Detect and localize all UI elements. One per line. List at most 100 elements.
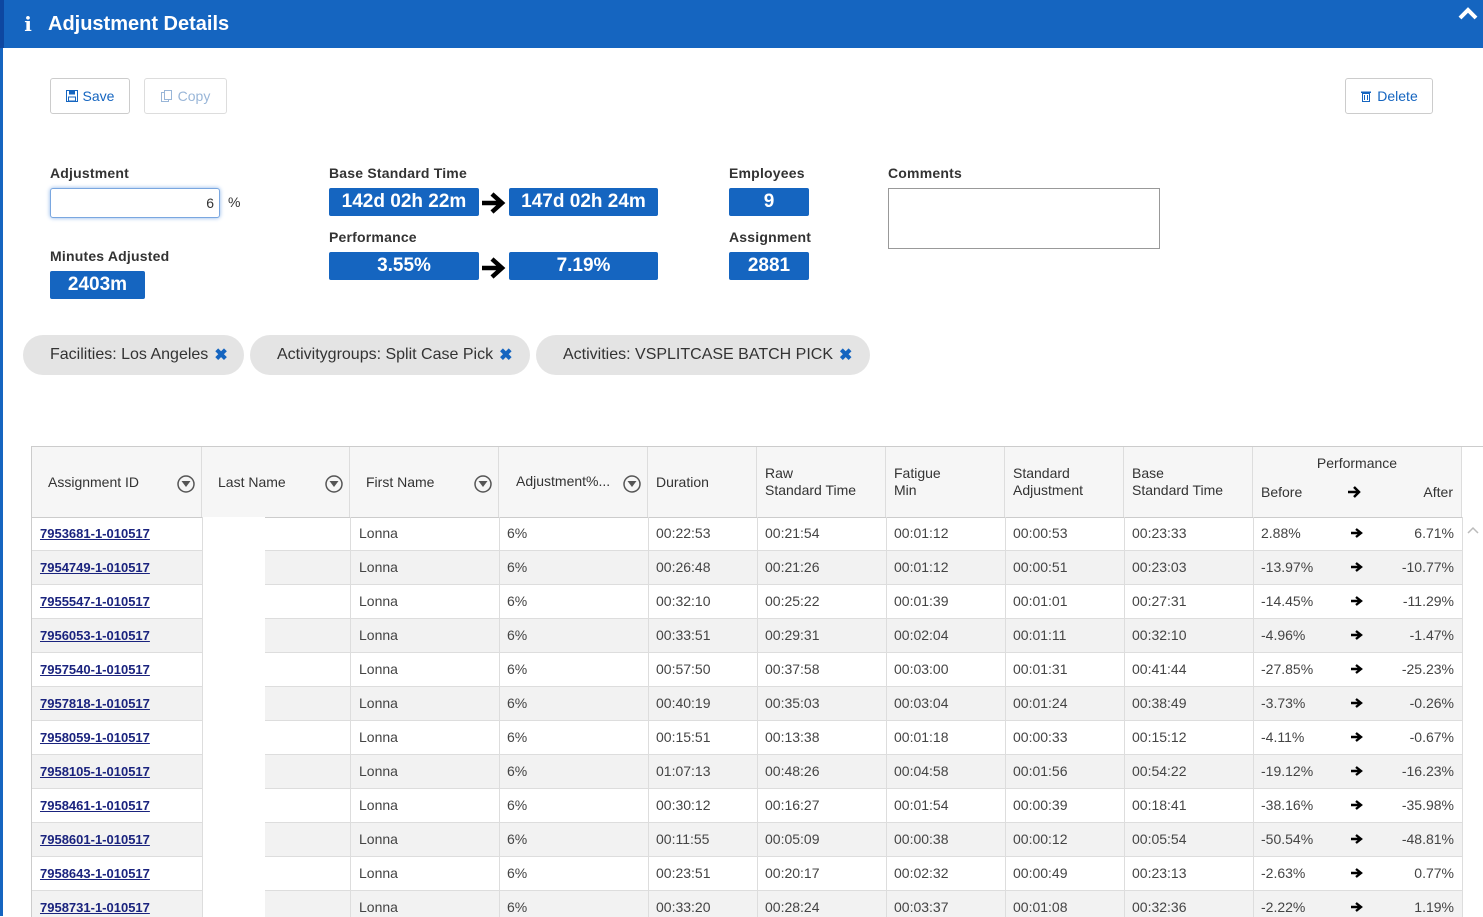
- column-divider: [1124, 517, 1125, 917]
- first-name-cell: Lonna: [359, 627, 398, 643]
- fatigue-min-cell: 00:02:04: [894, 627, 949, 643]
- performance-after-cell: -0.67%: [1409, 729, 1454, 745]
- filter-icon[interactable]: [325, 475, 343, 493]
- assignment-id-link[interactable]: 7955547-1-010517: [40, 585, 150, 618]
- column-header-standard-adjustment[interactable]: Standard Adjustment: [1005, 447, 1124, 517]
- first-name-cell: Lonna: [359, 559, 398, 575]
- column-divider: [1462, 517, 1463, 917]
- performance-after-cell: -48.81%: [1401, 831, 1454, 847]
- assignment-label: Assignment: [729, 229, 812, 245]
- adjustment-unit: %: [228, 194, 241, 210]
- close-icon[interactable]: ✖: [214, 345, 227, 365]
- chevron-up-icon[interactable]: [1457, 4, 1479, 22]
- first-name-cell: Lonna: [359, 899, 398, 915]
- column-header-last-name[interactable]: Last Name: [202, 447, 350, 517]
- assignment-id-link[interactable]: 7957540-1-010517: [40, 653, 150, 686]
- raw-standard-time-cell: 00:16:27: [765, 797, 820, 813]
- performance-before-cell: -38.16%: [1261, 797, 1314, 813]
- delete-button[interactable]: Delete: [1345, 78, 1433, 114]
- performance-after-cell: -35.98%: [1401, 797, 1454, 813]
- performance-before-cell: -27.85%: [1261, 661, 1314, 677]
- redacted-last-name: [203, 517, 265, 917]
- info-icon: i: [24, 12, 32, 36]
- copy-label: Copy: [177, 88, 211, 104]
- duration-cell: 00:11:55: [656, 831, 710, 847]
- column-header-base-standard-time[interactable]: Base Standard Time: [1124, 447, 1253, 517]
- arrow-right-icon: [1351, 732, 1363, 742]
- first-name-cell: Lonna: [359, 695, 398, 711]
- comments-textarea[interactable]: [888, 188, 1160, 249]
- assignment-id-link[interactable]: 7953681-1-010517: [40, 517, 150, 550]
- page-title: Adjustment Details: [48, 13, 230, 35]
- raw-standard-time-cell: 00:25:22: [765, 593, 820, 609]
- column-title: Performance: [1316, 455, 1398, 471]
- column-header-fatigue-min[interactable]: Fatigue Min: [886, 447, 1005, 517]
- fatigue-min-cell: 00:01:18: [894, 729, 949, 745]
- assignment-id-link[interactable]: 7958105-1-010517: [40, 755, 150, 788]
- adjustment-pct-cell: 6%: [507, 695, 528, 711]
- performance-before-cell: 2.88%: [1261, 525, 1301, 541]
- column-divider: [1005, 517, 1006, 917]
- duration-cell: 00:26:48: [656, 559, 711, 575]
- base-standard-time-cell: 00:32:10: [1132, 627, 1187, 643]
- adjustment-label: Adjustment: [50, 165, 129, 181]
- fatigue-min-cell: 00:04:58: [894, 763, 949, 779]
- duration-cell: 00:32:10: [656, 593, 711, 609]
- first-name-cell: Lonna: [359, 865, 398, 881]
- column-header-assignment-id[interactable]: Assignment ID: [32, 447, 202, 517]
- base-standard-time-cell: 00:41:44: [1132, 661, 1187, 677]
- save-button[interactable]: Save: [50, 78, 130, 114]
- raw-standard-time-cell: 00:21:26: [765, 559, 820, 575]
- filter-chip-activities: Activities: VSPLITCASE BATCH PICK ✖: [536, 335, 870, 375]
- assignment-id-link[interactable]: 7958731-1-010517: [40, 891, 150, 917]
- filter-icon[interactable]: [177, 475, 195, 493]
- column-title: Adjustment%...: [516, 473, 611, 489]
- raw-standard-time-cell: 00:20:17: [765, 865, 820, 881]
- raw-standard-time-cell: 00:21:54: [765, 525, 820, 541]
- performance-after-cell: -25.23%: [1401, 661, 1454, 677]
- column-title: Duration: [656, 473, 709, 490]
- arrow-right-icon: [1351, 528, 1363, 538]
- assignment-id-link[interactable]: 7957818-1-010517: [40, 687, 150, 720]
- arrow-right-icon: [1351, 868, 1363, 878]
- column-header-performance[interactable]: Performance Before After: [1253, 447, 1462, 517]
- column-header-adjustment-pct[interactable]: Adjustment%...: [499, 447, 648, 517]
- standard-adjustment-cell: 00:00:33: [1013, 729, 1068, 745]
- arrow-right-icon: [1351, 630, 1363, 640]
- filter-icon[interactable]: [474, 475, 492, 493]
- base-standard-time-cell: 00:15:12: [1132, 729, 1187, 745]
- base-standard-time-cell: 00:05:54: [1132, 831, 1187, 847]
- scroll-up-icon[interactable]: [1466, 525, 1480, 535]
- close-icon[interactable]: ✖: [839, 345, 852, 365]
- assignment-id-link[interactable]: 7958059-1-010517: [40, 721, 150, 754]
- performance-after-header: After: [1423, 484, 1453, 500]
- adjustment-pct-cell: 6%: [507, 627, 528, 643]
- column-title: Last Name: [218, 473, 286, 490]
- close-icon[interactable]: ✖: [499, 345, 512, 365]
- column-header-first-name[interactable]: First Name: [350, 447, 499, 517]
- performance-after-cell: 0.77%: [1414, 865, 1454, 881]
- adjustment-pct-cell: 6%: [507, 797, 528, 813]
- assignment-id-link[interactable]: 7956053-1-010517: [40, 619, 150, 652]
- performance-before-cell: -2.63%: [1261, 865, 1306, 881]
- assignment-id-link[interactable]: 7958461-1-010517: [40, 789, 150, 822]
- first-name-cell: Lonna: [359, 593, 398, 609]
- performance-before-cell: -4.96%: [1261, 627, 1306, 643]
- fatigue-min-cell: 00:02:32: [894, 865, 949, 881]
- filter-icon[interactable]: [623, 475, 641, 493]
- assignment-id-link[interactable]: 7958643-1-010517: [40, 857, 150, 890]
- column-divider: [499, 517, 500, 917]
- fatigue-min-cell: 00:03:04: [894, 695, 949, 711]
- arrow-right-icon: [1351, 902, 1363, 912]
- assignment-id-link[interactable]: 7958601-1-010517: [40, 823, 150, 856]
- adjustment-pct-cell: 6%: [507, 729, 528, 745]
- assignment-id-link[interactable]: 7954749-1-010517: [40, 551, 150, 584]
- adjustment-input[interactable]: [50, 188, 220, 218]
- column-header-raw-standard-time[interactable]: Raw Standard Time: [757, 447, 886, 517]
- employees-label: Employees: [729, 165, 805, 181]
- duration-cell: 00:23:51: [656, 865, 711, 881]
- copy-button[interactable]: Copy: [144, 78, 227, 114]
- column-header-duration[interactable]: Duration: [648, 447, 757, 517]
- trash-icon: [1361, 91, 1372, 102]
- column-title-line2: Standard Time: [765, 482, 857, 498]
